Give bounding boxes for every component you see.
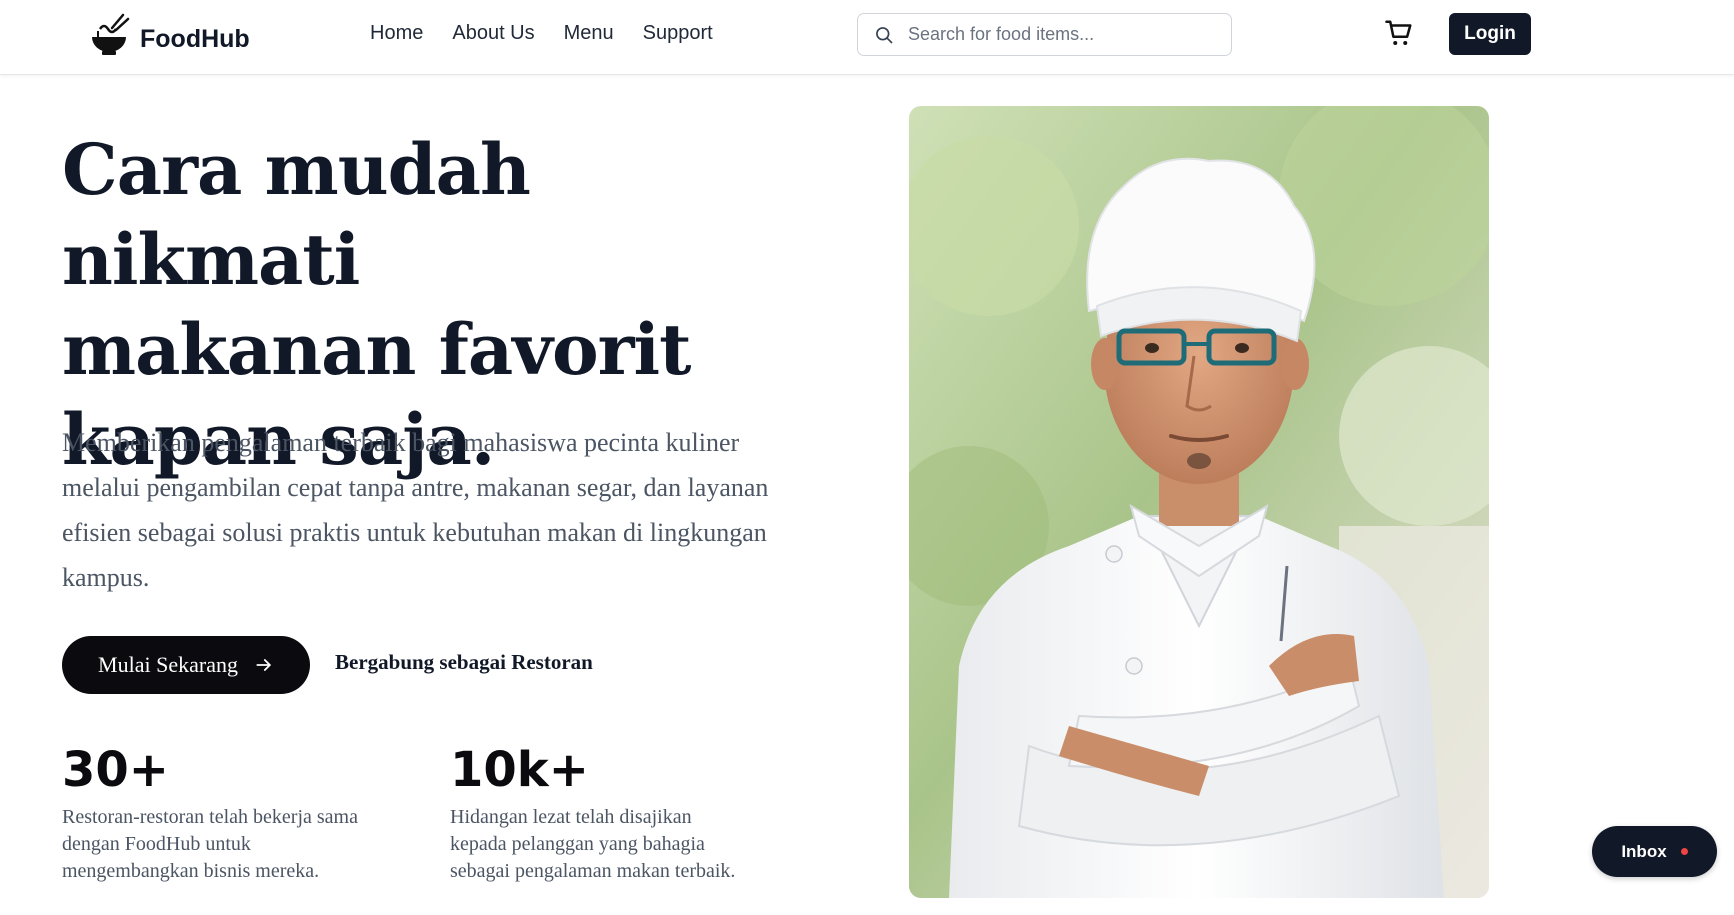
nav-about-us[interactable]: About Us bbox=[452, 22, 534, 45]
search-box[interactable] bbox=[857, 13, 1232, 56]
inbox-label: Inbox bbox=[1621, 841, 1667, 861]
notification-dot-icon bbox=[1680, 848, 1688, 855]
brand-logo[interactable]: FoodHub bbox=[90, 13, 250, 57]
stat-value: 30+ bbox=[62, 742, 170, 798]
stat-dishes: 10k+ Hidangan lezat telah disajikan kepa… bbox=[450, 740, 750, 885]
nav-home[interactable]: Home bbox=[370, 22, 423, 45]
login-button[interactable]: Login bbox=[1449, 13, 1531, 55]
site-header: FoodHub Home About Us Menu Support Login bbox=[0, 0, 1734, 75]
hero-description: Memberikan pengalaman terbaik bagi mahas… bbox=[62, 428, 769, 592]
chef-photo bbox=[909, 106, 1489, 898]
nav-menu[interactable]: Menu bbox=[564, 22, 614, 45]
start-now-button[interactable]: Mulai Sekarang bbox=[62, 636, 310, 694]
hero-title-line: makanan favorit bbox=[62, 308, 691, 391]
arrow-right-icon bbox=[256, 659, 271, 671]
stat-label: Restoran-restoran telah bekerja sama den… bbox=[62, 806, 358, 882]
noodle-bowl-icon bbox=[92, 13, 130, 55]
hero-title-line: Cara mudah nikmati bbox=[62, 128, 531, 301]
brand-name: FoodHub bbox=[140, 24, 250, 53]
stat-restaurants: 30+ Restoran-restoran telah bekerja sama… bbox=[62, 740, 362, 885]
main-nav: Home About Us Menu Support bbox=[370, 22, 742, 45]
stat-label: Hidangan lezat telah disajikan kepada pe… bbox=[450, 806, 736, 882]
join-as-restaurant-link[interactable]: Bergabung sebagai Restoran bbox=[335, 650, 593, 675]
start-now-label: Mulai Sekarang bbox=[98, 652, 238, 677]
nav-support[interactable]: Support bbox=[643, 22, 713, 45]
stat-value: 10k+ bbox=[450, 742, 589, 798]
inbox-button[interactable]: Inbox bbox=[1592, 826, 1717, 877]
search-icon bbox=[876, 26, 893, 43]
cart-icon[interactable] bbox=[1384, 18, 1414, 48]
search-input[interactable] bbox=[908, 24, 1208, 45]
